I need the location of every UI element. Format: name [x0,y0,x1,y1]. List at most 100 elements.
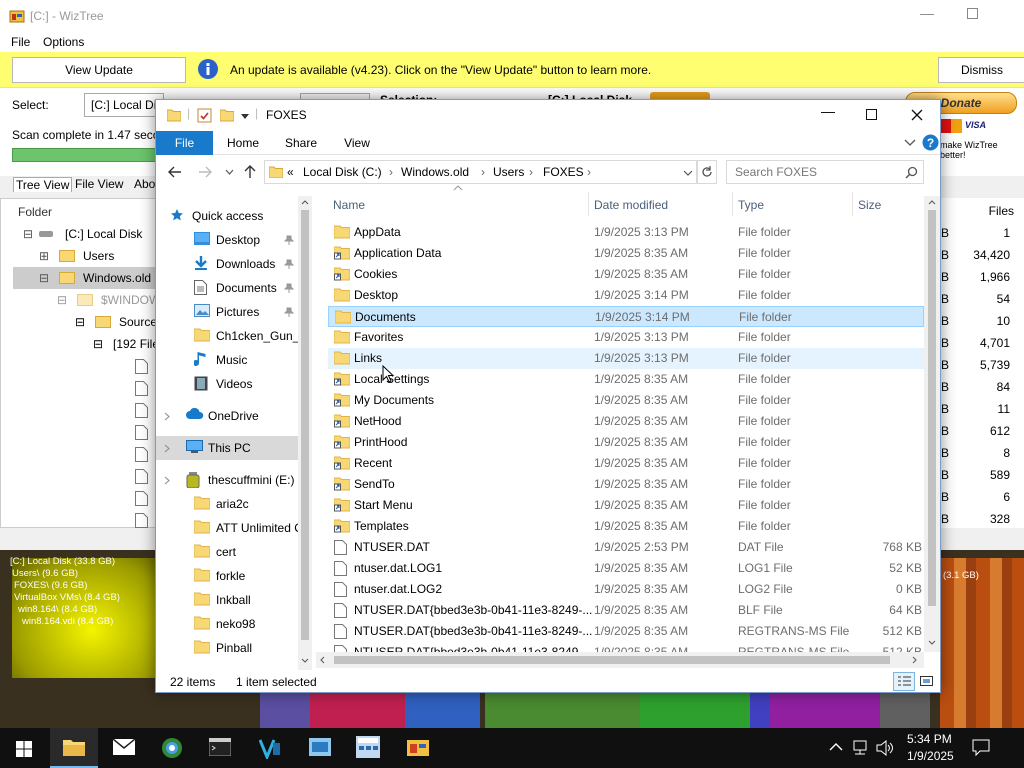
pin-icon[interactable] [284,228,294,245]
file-row[interactable]: Links 1/9/2025 3:13 PM File folder [328,348,924,369]
treemap-block[interactable] [770,690,880,730]
column-divider[interactable] [732,192,733,216]
clock-time[interactable]: 5:34 PM [907,732,952,746]
maximize-icon[interactable] [967,8,978,19]
column-header-size[interactable]: Size [858,194,881,216]
column-header-type[interactable]: Type [738,194,764,216]
collapse-icon[interactable]: ⊟ [93,333,103,355]
address-bar[interactable]: « Local Disk (C:) › Windows.old › Users … [264,160,697,184]
file-row[interactable]: PrintHood 1/9/2025 8:35 AM File folder [328,432,924,453]
drive-select[interactable]: [C:] Local Di [84,93,164,117]
column-divider[interactable] [588,192,589,216]
pin-icon[interactable] [284,276,294,293]
address-dropdown-icon[interactable] [683,170,693,176]
back-arrow-icon[interactable] [168,166,182,178]
nav-scrollbar[interactable] [298,196,312,670]
scroll-left-icon[interactable] [320,656,325,664]
file-row[interactable]: Documents 1/9/2025 3:14 PM File folder [328,306,924,327]
list-scrollbar-thumb[interactable] [928,210,936,606]
treemap-block[interactable] [640,690,750,730]
tree-row[interactable]: ⊞ Users [1,245,161,267]
taskbar-app-v[interactable] [246,728,294,768]
new-folder-icon[interactable] [220,108,234,122]
nav-scrollbar-thumb[interactable] [301,210,309,640]
file-row[interactable]: Favorites 1/9/2025 3:13 PM File folder [328,327,924,348]
refresh-button[interactable] [697,160,717,184]
treemap-block[interactable] [750,690,770,730]
breadcrumb-overflow[interactable]: « [287,165,294,179]
tree-row-selected[interactable]: ⊟ Windows.old [13,267,161,289]
scroll-down-icon[interactable] [928,640,936,645]
folder-column-header[interactable]: Folder [18,201,52,223]
file-row[interactable]: Recent 1/9/2025 8:35 AM File folder [328,453,924,474]
column-divider[interactable] [852,192,853,216]
list-scrollbar[interactable] [924,196,940,652]
nav-folder-pinball[interactable]: Pinball [156,636,298,660]
horizontal-scrollbar-thumb[interactable] [334,656,890,664]
nav-item-downloads[interactable]: Downloads [156,252,298,276]
breadcrumb-local-disk[interactable]: Local Disk (C:) [303,165,382,179]
expand-arrow-icon[interactable] [164,444,170,453]
file-row[interactable]: ntuser.dat.LOG1 1/9/2025 8:35 AM LOG1 File… [328,558,924,579]
ribbon-tab-file[interactable]: File [156,131,213,155]
scroll-down-icon[interactable] [301,658,309,663]
ribbon-tab-home[interactable]: Home [218,131,268,155]
search-box[interactable]: Search FOXES [726,160,924,184]
minimize-icon[interactable]: — [920,5,934,21]
view-update-button[interactable]: View Update [12,57,186,83]
treemap-block[interactable] [940,558,1024,730]
tab-tree-view[interactable]: Tree View [13,177,73,192]
volume-icon[interactable] [876,740,894,756]
nav-item-pictures[interactable]: Pictures [156,300,298,324]
scroll-up-icon[interactable] [301,200,309,205]
expand-ribbon-icon[interactable] [904,139,916,147]
expand-arrow-icon[interactable] [164,412,170,421]
nav-drive-e[interactable]: thescuffmini (E:) [156,468,298,492]
chevron-right-icon[interactable]: › [481,165,485,179]
column-header-name[interactable]: Name [333,194,365,216]
file-row[interactable]: SendTo 1/9/2025 8:35 AM File folder [328,474,924,495]
nav-item-videos[interactable]: Videos [156,372,298,396]
treemap-block[interactable] [260,690,310,730]
network-icon[interactable] [852,740,870,756]
column-header-date[interactable]: Date modified [594,194,668,216]
nav-folder-inkball[interactable]: Inkball [156,588,298,612]
ribbon-tab-view[interactable]: View [332,131,382,155]
nav-folder-forkle[interactable]: forkle [156,564,298,588]
start-button[interactable] [0,728,48,768]
chevron-down-icon[interactable] [240,112,250,120]
file-row[interactable]: Application Data 1/9/2025 8:35 AM File fol… [328,243,924,264]
minimize-icon[interactable]: — [821,103,835,119]
treemap-block[interactable] [485,690,640,730]
tree-row[interactable]: ⊟ $WINDOW [1,289,161,311]
file-row[interactable]: NTUSER.DAT{bbed3e3b-0b41-11e3-8249-... 1/… [328,600,924,621]
search-input[interactable]: Search FOXES [735,165,817,179]
breadcrumb-foxes[interactable]: FOXES [543,165,584,179]
dismiss-button[interactable]: Dismiss [938,57,1024,83]
treemap-block[interactable] [310,690,405,730]
clock-date[interactable]: 1/9/2025 [907,749,954,763]
notification-icon[interactable] [972,739,990,757]
nav-folder-aria2c[interactable]: aria2c [156,492,298,516]
chevron-right-icon[interactable]: › [587,165,591,179]
up-arrow-icon[interactable] [244,164,256,179]
nav-item-desktop[interactable]: Desktop [156,228,298,252]
taskbar-calculator[interactable] [344,728,392,768]
search-icon[interactable] [905,166,918,179]
breadcrumb-users[interactable]: Users [493,165,524,179]
tab-about[interactable]: Abo [134,177,155,191]
chevron-right-icon[interactable]: › [529,165,533,179]
scroll-right-icon[interactable] [912,656,917,664]
collapse-icon[interactable]: ⊟ [39,267,49,289]
menu-file[interactable]: File [11,35,30,49]
pin-icon[interactable] [284,300,294,317]
large-icons-view-button[interactable] [917,672,937,691]
chevron-up-icon[interactable] [829,742,843,751]
horizontal-scrollbar[interactable] [316,652,924,668]
nav-item-ch1cken-gun-c[interactable]: Ch1cken_Gun_C [156,324,298,348]
taskbar-terminal[interactable] [196,728,244,768]
pin-icon[interactable] [284,252,294,269]
file-row[interactable]: ntuser.dat.LOG2 1/9/2025 8:35 AM LOG2 File… [328,579,924,600]
close-icon[interactable] [911,109,923,121]
file-row[interactable]: NTUSER.DAT{bbed3e3b-0b41-11e3-8249-... 1/… [328,621,924,642]
